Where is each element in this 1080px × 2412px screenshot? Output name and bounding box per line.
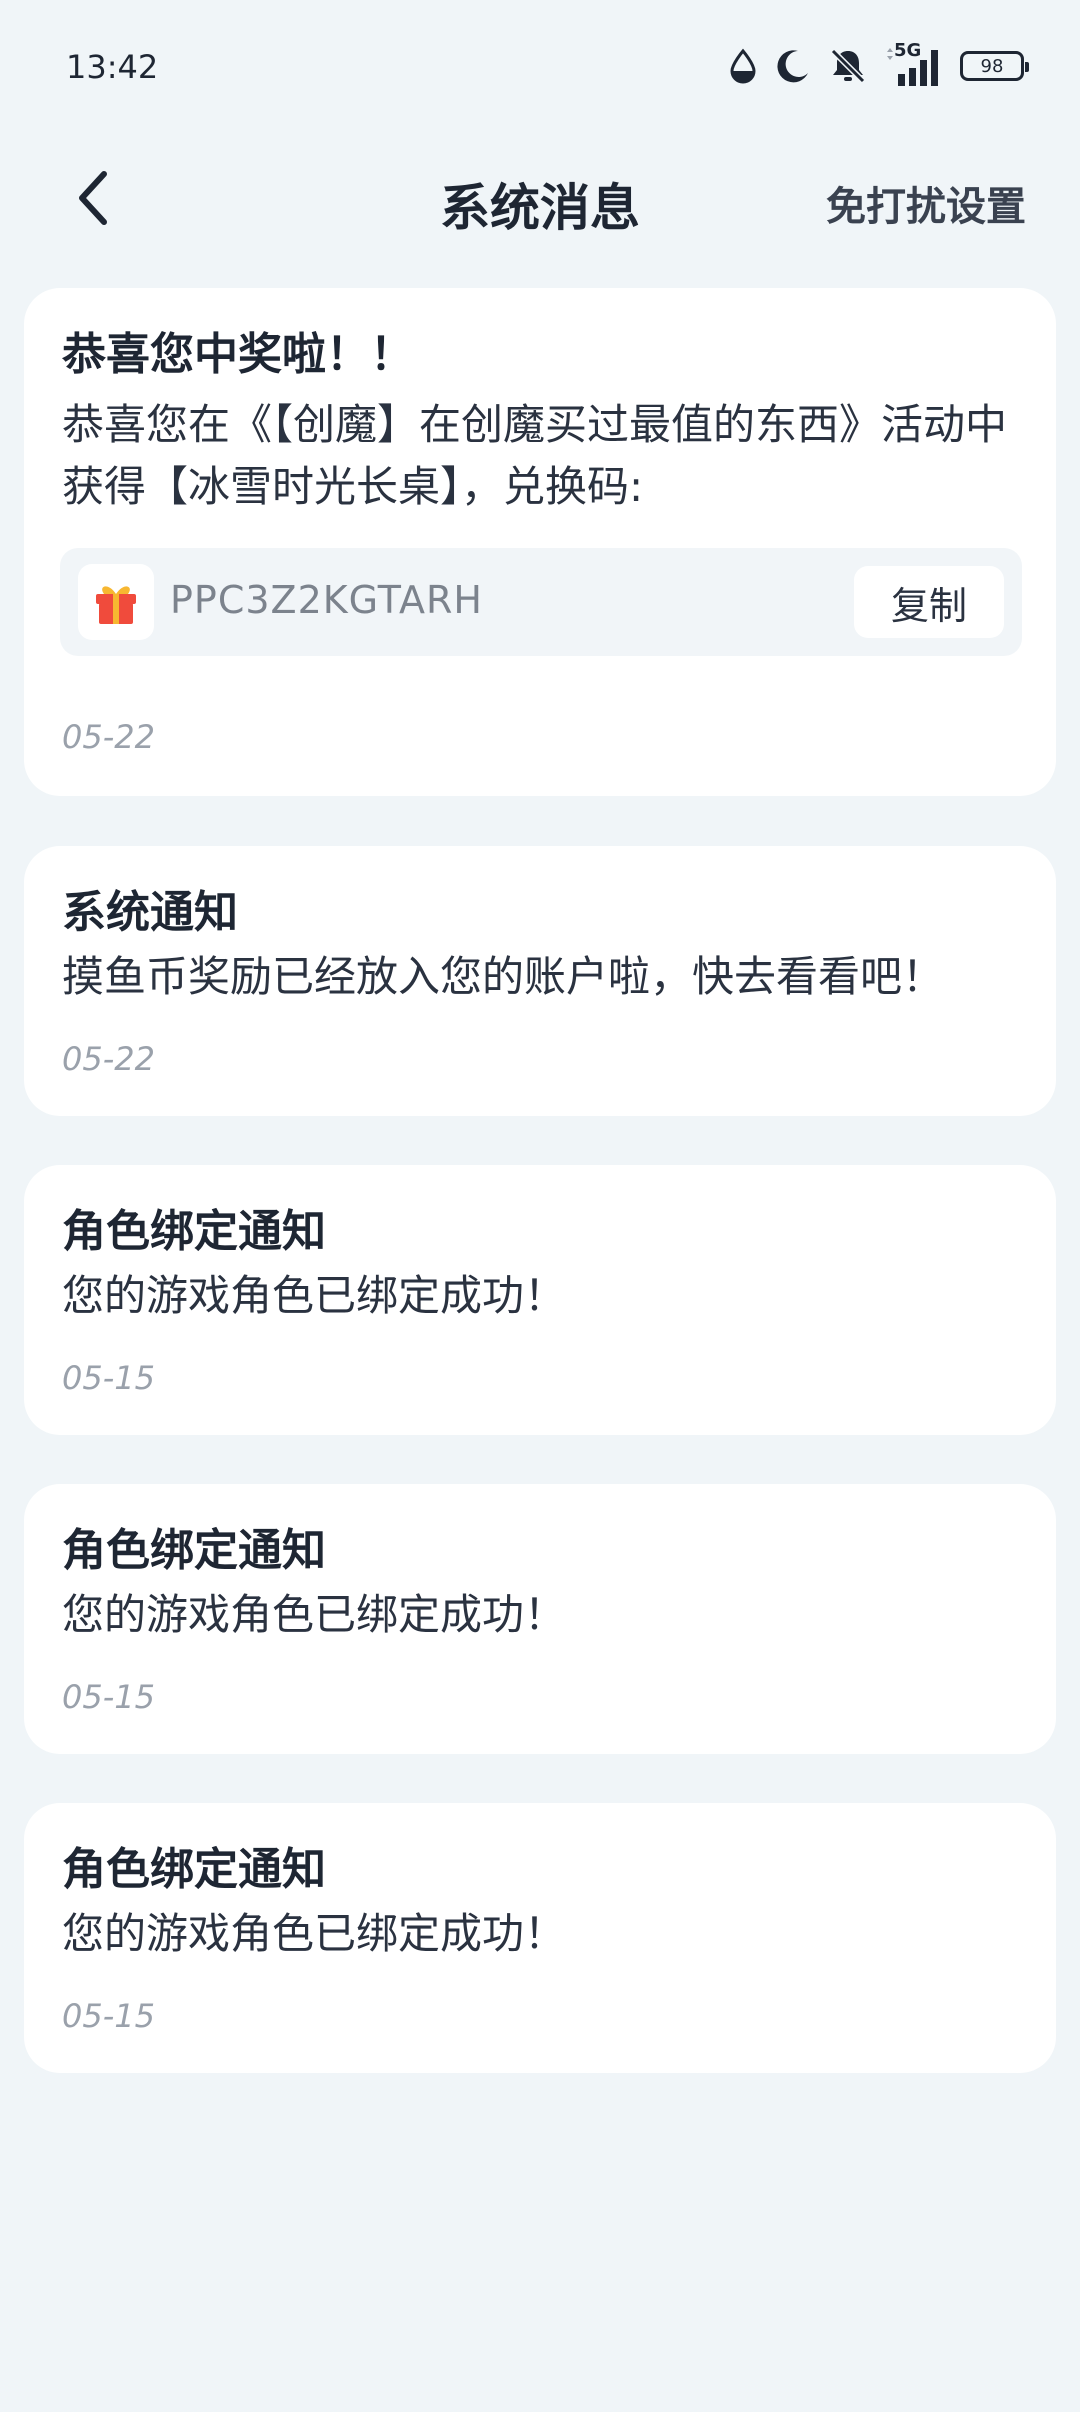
battery-icon: 98 bbox=[960, 51, 1029, 81]
battery-level: 98 bbox=[980, 55, 1004, 77]
message-body: 恭喜您在《【创魔】在创魔买过最值的东西》活动中获得【冰雪时光长桌】，兑换码: bbox=[62, 400, 1008, 511]
message-card[interactable]: 角色绑定通知 您的游戏角色已绑定成功！ 05-15 bbox=[24, 1484, 1056, 1754]
message-date: 05-15 bbox=[62, 1678, 155, 1716]
copy-button[interactable]: 复制 bbox=[854, 566, 1004, 638]
bell-off-icon bbox=[828, 46, 868, 86]
message-body: 摸鱼币奖励已经放入您的账户啦，快去看看吧！ bbox=[62, 952, 945, 1001]
message-title: 角色绑定通知 bbox=[62, 1844, 326, 1895]
message-body: 您的游戏角色已绑定成功！ bbox=[62, 1271, 567, 1320]
message-card[interactable]: 恭喜您中奖啦！！ 恭喜您在《【创魔】在创魔买过最值的东西》活动中获得【冰雪时光长… bbox=[24, 288, 1056, 796]
dnd-settings-button[interactable]: 免打扰设置 bbox=[826, 174, 1026, 232]
signal-icon: 5G bbox=[884, 40, 944, 88]
message-body: 您的游戏角色已绑定成功！ bbox=[62, 1590, 567, 1639]
message-title: 系统通知 bbox=[62, 887, 238, 938]
message-body: 您的游戏角色已绑定成功！ bbox=[62, 1909, 567, 1958]
status-time: 13:42 bbox=[66, 48, 159, 86]
status-icons: 5G 98 bbox=[728, 40, 1029, 88]
redeem-code[interactable]: PPC3Z2KGTARH bbox=[170, 578, 483, 622]
message-card[interactable]: 系统通知 摸鱼币奖励已经放入您的账户啦，快去看看吧！ 05-22 bbox=[24, 846, 1056, 1116]
moon-icon bbox=[774, 47, 812, 85]
message-date: 05-22 bbox=[62, 718, 155, 756]
status-bar: 13:42 5G 98 bbox=[0, 0, 1080, 140]
water-drop-icon bbox=[728, 48, 758, 84]
message-date: 05-15 bbox=[62, 1997, 155, 2035]
gift-icon bbox=[78, 564, 154, 640]
message-title: 恭喜您中奖啦！！ bbox=[62, 329, 414, 380]
redeem-code-box: PPC3Z2KGTARH 复制 bbox=[60, 548, 1022, 656]
message-title: 角色绑定通知 bbox=[62, 1206, 326, 1257]
message-date: 05-15 bbox=[62, 1359, 155, 1397]
message-card[interactable]: 角色绑定通知 您的游戏角色已绑定成功！ 05-15 bbox=[24, 1803, 1056, 2073]
header: 系统消息 免打扰设置 bbox=[0, 140, 1080, 256]
message-title: 角色绑定通知 bbox=[62, 1525, 326, 1576]
message-card[interactable]: 角色绑定通知 您的游戏角色已绑定成功！ 05-15 bbox=[24, 1165, 1056, 1435]
message-date: 05-22 bbox=[62, 1040, 155, 1078]
